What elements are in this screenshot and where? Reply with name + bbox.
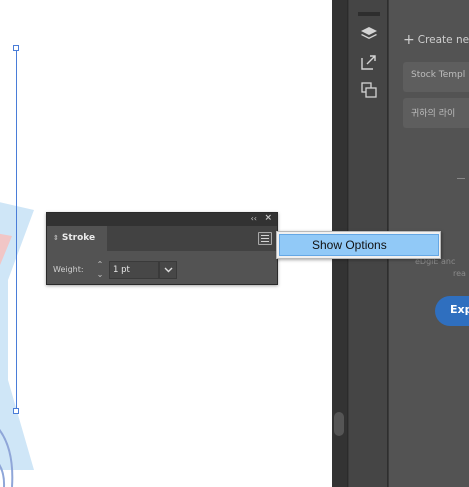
arrange-icon[interactable] — [357, 78, 381, 102]
menu-item-show-options[interactable]: Show Options — [279, 234, 439, 256]
explore-button[interactable]: Exp — [435, 296, 469, 326]
stepper-down-icon[interactable]: ⌃ — [94, 269, 106, 278]
libraries-hint-text: eDgiE anc rea — [415, 257, 466, 278]
stroke-panel: ‹‹ × ⇕ Stroke Weight: ⌃ ⌃ 1 pt — [46, 212, 278, 285]
selection-bounding-edge — [16, 48, 17, 414]
export-icon[interactable] — [357, 50, 381, 74]
collapse-panel-icon[interactable]: ‹‹ — [251, 214, 257, 223]
close-icon[interactable]: × — [264, 213, 272, 223]
weight-stepper[interactable]: ⌃ ⌃ — [94, 261, 106, 279]
layers-icon[interactable] — [357, 22, 381, 46]
weight-dropdown[interactable] — [159, 261, 177, 279]
panel-grip[interactable] — [358, 12, 380, 16]
stepper-up-icon[interactable]: ⌃ — [94, 261, 106, 269]
panel-flyout-menu: Show Options — [276, 231, 441, 259]
panel-titlebar[interactable]: ‹‹ × — [47, 213, 277, 226]
divider — [457, 178, 465, 179]
chevron-down-icon — [164, 267, 172, 273]
dock-scrollbar[interactable] — [334, 412, 344, 436]
tab-stroke[interactable]: ⇕ Stroke — [47, 226, 107, 251]
weight-label: Weight: — [53, 265, 84, 274]
weight-input[interactable]: 1 pt — [109, 261, 159, 279]
plus-icon: + — [403, 32, 415, 48]
expand-options-icon: ⇕ — [53, 234, 59, 242]
selection-handle[interactable] — [13, 408, 19, 414]
selection-handle[interactable] — [13, 45, 19, 51]
stock-templates-button[interactable]: Stock Templ — [403, 62, 469, 92]
korean-library-button[interactable]: 귀하의 라이 — [403, 98, 469, 128]
panel-menu-icon[interactable] — [258, 232, 272, 245]
panel-tab-row: ⇕ Stroke — [47, 226, 277, 251]
create-new-library[interactable]: + Create ne — [403, 32, 469, 48]
